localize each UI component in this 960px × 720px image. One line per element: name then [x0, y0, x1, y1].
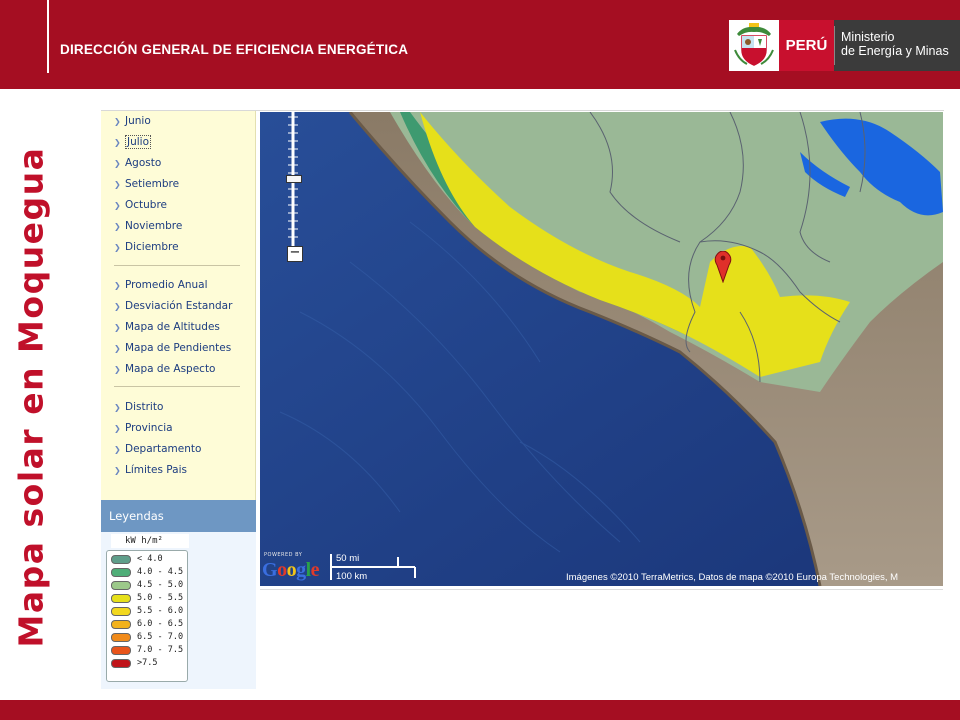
logo-peru-label: PERÚ [779, 20, 834, 71]
map-scale: 50 mi 100 km [330, 552, 420, 584]
logo-ministry-line2: de Energía y Minas [841, 44, 949, 58]
side-title-text: Mapa solar en Moquegua [11, 146, 51, 648]
legend-swatch [111, 581, 131, 590]
map-imagery [260, 112, 943, 586]
layer-menu: ❯ Junio ❯ Julio ❯ Agosto ❯ Setiembre ❯ Octubr… [101, 111, 256, 500]
bullet-icon: ❯ [114, 424, 121, 433]
menu-item-map[interactable]: ❯ Mapa de Altitudes [114, 318, 220, 336]
header-divider [47, 0, 49, 73]
coat-of-arms-icon [734, 23, 774, 66]
menu-divider [114, 265, 240, 266]
powered-by-label: POWERED BY [264, 552, 303, 558]
menu-item-map[interactable]: ❯ Promedio Anual [114, 276, 208, 294]
menu-item-label: Noviembre [125, 220, 183, 232]
menu-item-boundary[interactable]: ❯ Provincia [114, 419, 173, 437]
legend-label: 4.0 - 4.5 [137, 567, 184, 577]
legend-swatch [111, 633, 131, 642]
legend-swatch [111, 646, 131, 655]
menu-item-label: Distrito [125, 401, 164, 413]
bullet-icon: ❯ [114, 365, 121, 374]
legend-label: 5.0 - 5.5 [137, 593, 184, 603]
menu-item-boundary[interactable]: ❯ Distrito [114, 398, 163, 416]
bullet-icon: ❯ [114, 302, 121, 311]
menu-item-month[interactable]: ❯ Octubre [114, 196, 167, 214]
menu-item-label: Agosto [125, 157, 162, 169]
menu-item-label: Desviación Estandar [125, 300, 233, 312]
menu-item-label: Provincia [125, 422, 173, 434]
menu-item-label: Julio [125, 135, 152, 149]
menu-item-boundary[interactable]: ❯ Departamento [114, 440, 201, 458]
bullet-icon: ❯ [114, 466, 121, 475]
menu-item-map[interactable]: ❯ Mapa de Aspecto [114, 360, 216, 378]
bullet-icon: ❯ [114, 445, 121, 454]
bullet-icon: ❯ [114, 323, 121, 332]
legend-swatch [111, 659, 131, 668]
bullet-icon: ❯ [114, 180, 121, 189]
legend-label: >7.5 [137, 658, 158, 668]
zoom-out-button[interactable]: − [287, 246, 303, 262]
menu-item-month[interactable]: ❯ Agosto [114, 154, 161, 172]
google-logo[interactable]: POWERED BY Google [262, 550, 326, 582]
side-title: Mapa solar en Moquegua [10, 142, 52, 652]
menu-item-boundary[interactable]: ❯ Límites Pais [114, 461, 187, 479]
map-divider [260, 589, 943, 590]
menu-item-label: Octubre [125, 199, 168, 211]
legend-swatch [111, 555, 131, 564]
bullet-icon: ❯ [114, 201, 121, 210]
legend-label: 4.5 - 5.0 [137, 580, 184, 590]
menu-item-month[interactable]: ❯ Junio [114, 112, 151, 130]
legend-swatch [111, 607, 131, 616]
menu-item-label: Setiembre [125, 178, 180, 190]
ministry-logo: PERÚ Ministerio de Energía y Minas [729, 20, 960, 71]
menu-item-label: Junio [125, 115, 151, 127]
google-wordmark: Google [262, 559, 320, 581]
bullet-icon: ❯ [114, 159, 121, 168]
solar-map-app: ❯ Junio ❯ Julio ❯ Agosto ❯ Setiembre ❯ Octubr… [101, 110, 944, 689]
menu-item-month[interactable]: ❯ Diciembre [114, 238, 179, 256]
menu-item-month-selected[interactable]: ❯ Julio [114, 133, 152, 151]
bullet-icon: ❯ [114, 138, 121, 147]
bullet-icon: ❯ [114, 281, 121, 290]
scale-miles-label: 50 mi [336, 553, 360, 564]
scale-km-label: 100 km [336, 571, 368, 582]
logo-ministry-label: Ministerio de Energía y Minas [834, 20, 960, 71]
menu-divider [114, 386, 240, 387]
menu-item-label: Mapa de Pendientes [125, 342, 232, 354]
bullet-icon: ❯ [114, 344, 121, 353]
legend-label: 6.0 - 6.5 [137, 619, 184, 629]
menu-item-label: Promedio Anual [125, 279, 208, 291]
map-copyright: Imágenes ©2010 TerraMetrics, Datos de ma… [566, 572, 899, 583]
legend-label: 5.5 - 6.0 [137, 606, 184, 616]
menu-item-label: Mapa de Aspecto [125, 363, 216, 375]
menu-item-label: Límites Pais [125, 464, 187, 476]
bullet-icon: ❯ [114, 243, 121, 252]
legend-label: 7.0 - 7.5 [137, 645, 184, 655]
page-footer [0, 700, 960, 720]
header-title: DIRECCIÓN GENERAL DE EFICIENCIA ENERGÉTI… [60, 42, 409, 57]
map-viewport[interactable]: − POWERED BY Google 50 mi 100 km Imágene… [260, 112, 943, 586]
menu-item-map[interactable]: ❯ Mapa de Pendientes [114, 339, 231, 357]
legend-swatch [111, 594, 131, 603]
menu-item-month[interactable]: ❯ Noviembre [114, 217, 182, 235]
legend-label: < 4.0 [137, 554, 163, 564]
map-marker-icon[interactable] [714, 251, 732, 283]
legend-label: 6.5 - 7.0 [137, 632, 184, 642]
logo-ministry-line1: Ministerio [841, 30, 895, 44]
menu-item-month[interactable]: ❯ Setiembre [114, 175, 179, 193]
zoom-slider-handle[interactable] [286, 175, 302, 183]
menu-item-label: Departamento [125, 443, 202, 455]
menu-item-label: Mapa de Altitudes [125, 321, 220, 333]
menu-item-map[interactable]: ❯ Desviación Estandar [114, 297, 232, 315]
menu-item-label: Diciembre [125, 241, 179, 253]
legend-header[interactable]: Leyendas [101, 500, 256, 532]
legend-box: < 4.0 4.0 - 4.5 4.5 - 5.0 5.0 - 5.5 5.5 … [106, 550, 188, 682]
bullet-icon: ❯ [114, 117, 121, 126]
legend-panel: kW h/m² < 4.0 4.0 - 4.5 4.5 - 5.0 5.0 - … [101, 532, 256, 689]
page-header: DIRECCIÓN GENERAL DE EFICIENCIA ENERGÉTI… [0, 0, 960, 89]
legend-swatch [111, 568, 131, 577]
bullet-icon: ❯ [114, 222, 121, 231]
legend-swatch [111, 620, 131, 629]
legend-unit-title: kW h/m² [111, 534, 189, 548]
bullet-icon: ❯ [114, 403, 121, 412]
